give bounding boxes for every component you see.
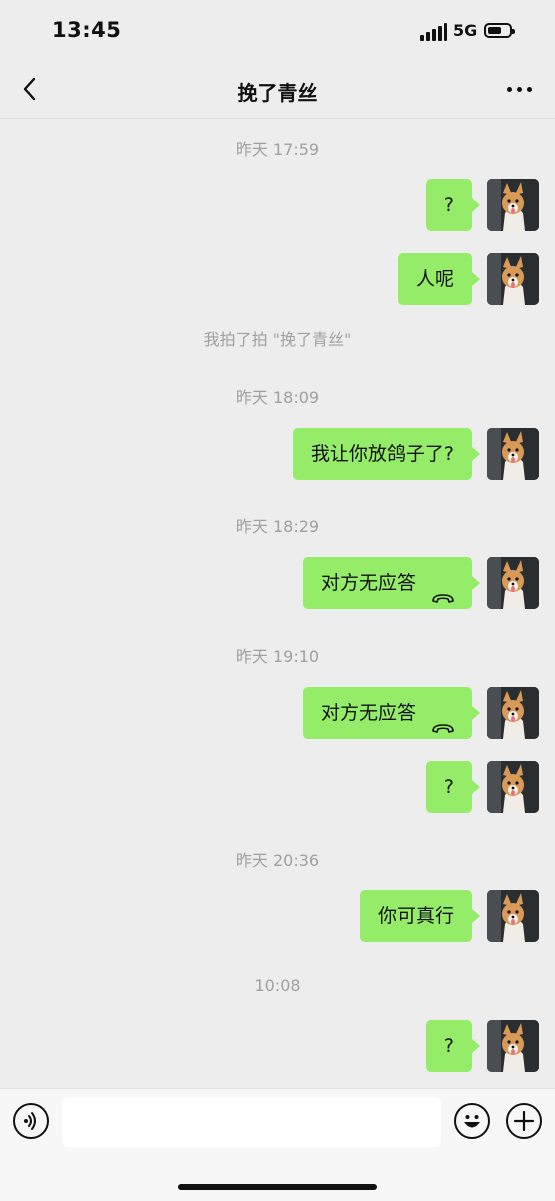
corgi-avatar-icon (487, 428, 539, 480)
status-time: 13:45 (52, 18, 122, 42)
timestamp: 10:08 (254, 976, 301, 995)
message-bubble[interactable]: ? (425, 179, 481, 231)
chat-title: 挽了青丝 (237, 81, 318, 105)
battery-icon (484, 23, 515, 38)
timestamp: 昨天 19:10 (235, 647, 320, 666)
call-status-text: 对方无应答 (320, 702, 416, 724)
timestamp: 昨天 17:59 (235, 140, 320, 159)
avatar[interactable] (487, 557, 539, 609)
message-bubble[interactable]: 你可真行 (359, 890, 481, 942)
call-message-bubble[interactable]: 对方无应答 (302, 687, 481, 739)
network-type: 5G (453, 21, 478, 40)
message-bubble[interactable]: ? (425, 761, 481, 813)
corgi-avatar-icon (487, 761, 539, 813)
corgi-avatar-icon (487, 890, 539, 942)
message-input[interactable] (62, 1097, 441, 1147)
avatar[interactable] (487, 890, 539, 942)
corgi-avatar-icon (487, 1020, 539, 1072)
phone-hangup-icon (430, 574, 456, 603)
timestamp: 昨天 20:36 (235, 851, 320, 870)
avatar[interactable] (487, 1020, 539, 1072)
voice-icon[interactable] (13, 1103, 49, 1139)
signal-icon (420, 23, 448, 41)
nav-bar: 挽了青丝 (0, 62, 555, 119)
avatar[interactable] (487, 179, 539, 231)
home-indicator (178, 1184, 377, 1190)
more-dots-icon[interactable] (505, 76, 535, 100)
avatar[interactable] (487, 761, 539, 813)
message-bubble[interactable]: 人呢 (397, 253, 481, 305)
plus-icon[interactable] (506, 1103, 542, 1139)
call-status-text: 对方无应答 (320, 572, 416, 594)
status-bar: 13:45 5G (0, 0, 555, 62)
corgi-avatar-icon (487, 253, 539, 305)
input-bar (0, 1088, 555, 1201)
emoji-icon[interactable] (454, 1103, 490, 1139)
message-bubble[interactable]: 我让你放鸽子了? (292, 428, 481, 480)
avatar[interactable] (487, 428, 539, 480)
call-message-bubble[interactable]: 对方无应答 (302, 557, 481, 609)
system-message: 我拍了拍 "挽了青丝" (203, 330, 352, 349)
avatar[interactable] (487, 253, 539, 305)
corgi-avatar-icon (487, 179, 539, 231)
phone-hangup-icon (430, 704, 456, 733)
avatar[interactable] (487, 687, 539, 739)
corgi-avatar-icon (487, 557, 539, 609)
timestamp: 昨天 18:09 (235, 388, 320, 407)
corgi-avatar-icon (487, 687, 539, 739)
message-list[interactable]: 昨天 17:59 ? 人呢 我拍了拍 "挽了青丝" 昨天 18:09 我让你放鸽… (0, 118, 555, 1088)
message-bubble[interactable]: ? (425, 1020, 481, 1072)
timestamp: 昨天 18:29 (235, 517, 320, 536)
